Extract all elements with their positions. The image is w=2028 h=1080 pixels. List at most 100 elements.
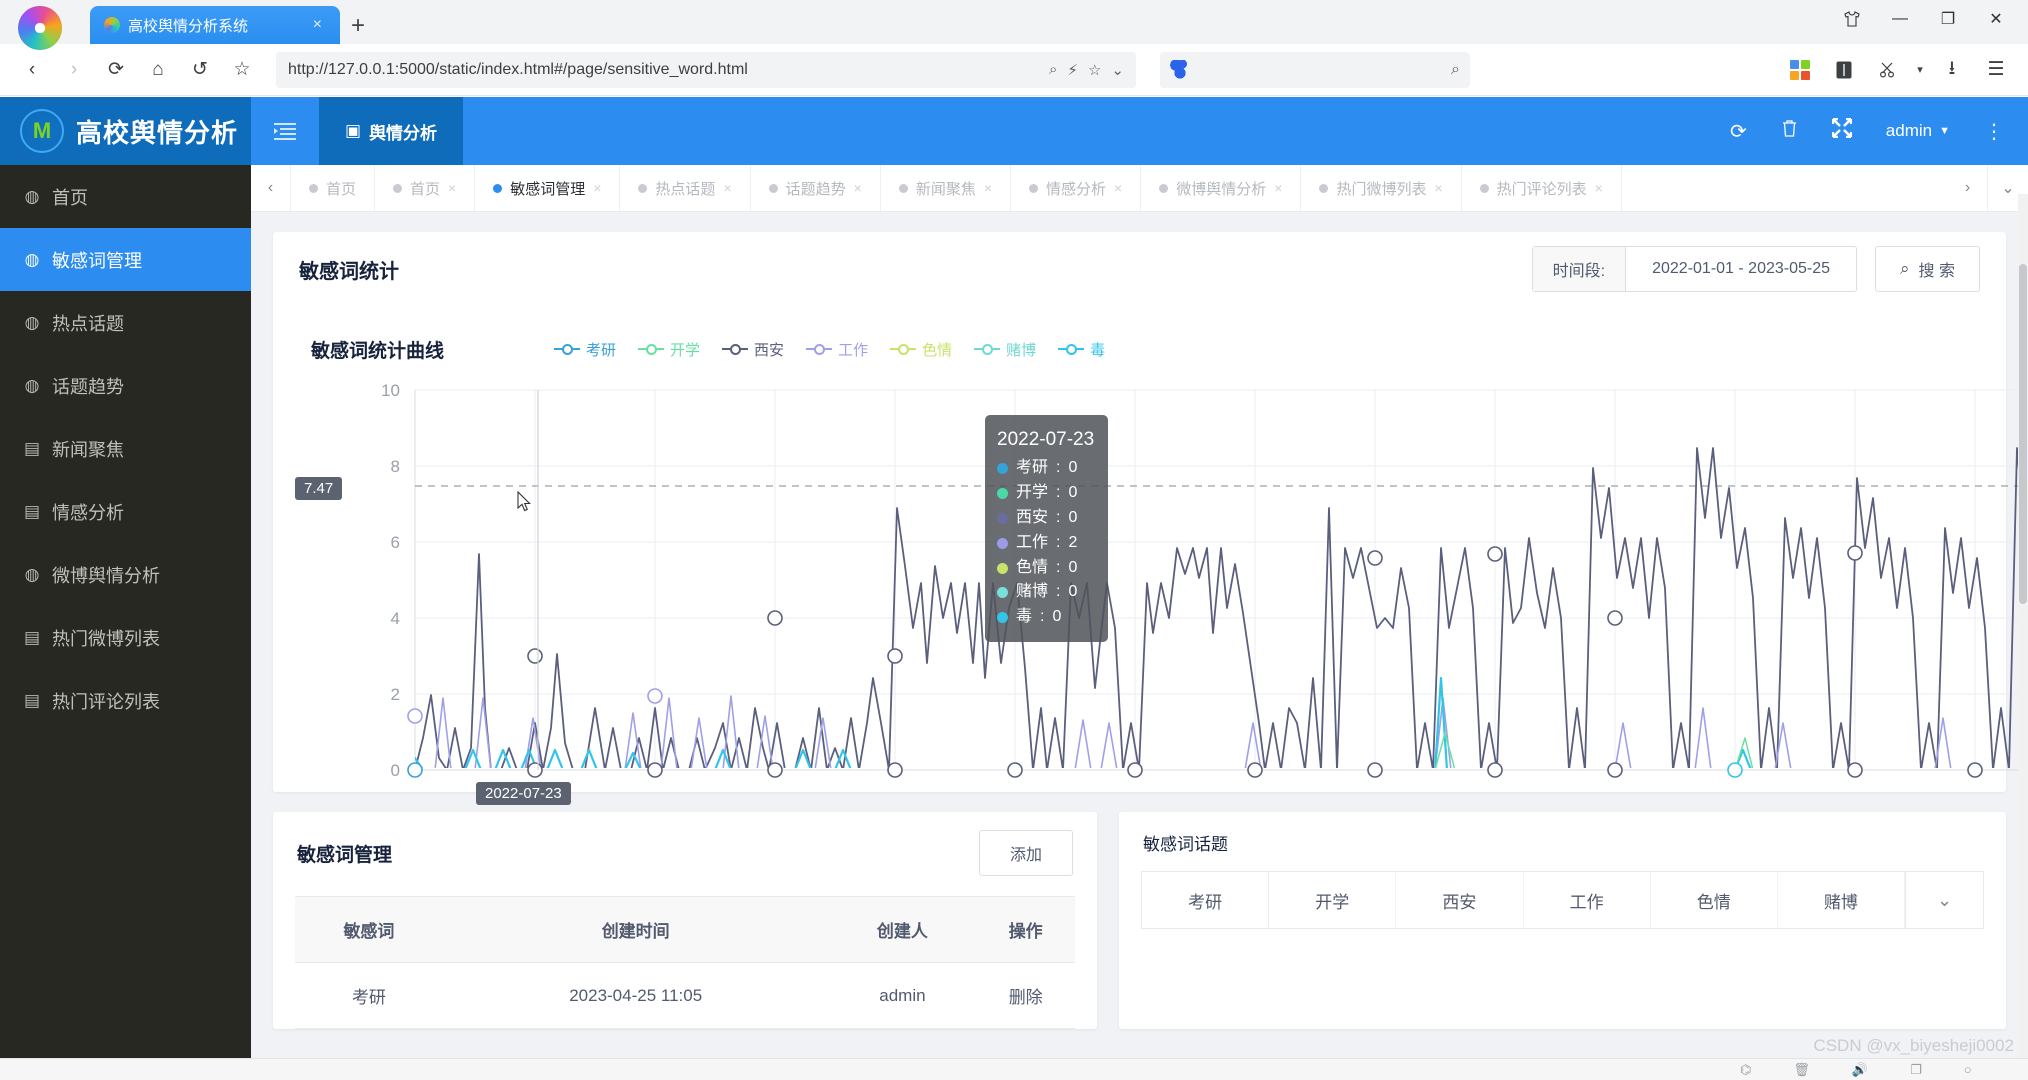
word-management-title: 敏感词管理 [297,844,393,866]
network-icon[interactable]: ⌬ [1740,1062,1751,1078]
shirt-icon[interactable] [1830,2,1874,36]
sidebar-item-hot-topics[interactable]: ◍ 热点话题 [0,291,251,354]
star-icon[interactable]: ☆ [1088,61,1101,79]
volume-icon[interactable]: 🔊 [1852,1062,1868,1078]
tab-close-icon[interactable]: × [984,180,992,196]
tab-hot-weibo-list[interactable]: 热门微博列表 × [1301,165,1462,211]
topic-tab-kaoyan[interactable]: 考研 [1142,872,1270,928]
topic-tab-dubo[interactable]: 赌博 [1778,872,1906,928]
sidebar-item-sentiment-analysis[interactable]: ▤ 情感分析 [0,480,251,543]
chart-plot-area[interactable]: 10 8 6 4 2 0 7.47 2022-07-23 2022-07-23 … [295,378,2028,805]
sidebar-item-home[interactable]: ◍ 首页 [0,165,251,228]
sidebar-item-sensitive-words[interactable]: ◍ 敏感词管理 [0,228,251,291]
scissors-caret-icon[interactable]: ▾ [1912,50,1928,90]
topbar-tab-opinion-analysis[interactable]: ▣ 舆情分析 [319,97,464,165]
svg-text:0: 0 [391,761,400,778]
tab-close-icon[interactable]: × [1274,180,1282,196]
tab-sentiment-analysis[interactable]: 情感分析 × [1011,165,1142,211]
legend-item-dubo[interactable]: 赌博 [974,339,1036,360]
minimize-icon[interactable]: — [1878,2,1922,36]
date-range-label: 时间段: [1532,247,1627,291]
legend-item-gongzuo[interactable]: 工作 [806,339,868,360]
browser-search-box[interactable]: ⌕ [1160,51,1470,88]
close-icon[interactable]: × [309,16,326,34]
user-menu[interactable]: admin ▼ [1886,121,1950,141]
date-range-value[interactable]: 2022-01-01 - 2023-05-25 [1626,247,1856,291]
apps-grid-icon[interactable] [1780,50,1820,90]
tab-close-icon[interactable]: × [448,180,456,196]
more-options-icon[interactable]: ⋮ [1984,119,2004,144]
trash-icon[interactable] [1781,119,1798,144]
tab-home[interactable]: 首页 × [375,165,476,211]
sidebar-item-topic-trends[interactable]: ◍ 话题趋势 [0,354,251,417]
scissors-icon[interactable] [1868,50,1908,90]
tooltip-separator: : [1056,484,1061,502]
legend-label: 工作 [838,341,869,359]
maximize-icon[interactable]: ❐ [1926,2,1970,36]
page-scrollbar[interactable] [2018,194,2028,1080]
tab-close-icon[interactable]: × [1114,180,1122,196]
legend-item-xian[interactable]: 西安 [722,339,784,360]
back-icon[interactable]: ‹ [12,50,52,90]
legend-item-kaoyan[interactable]: 考研 [554,339,616,360]
search-icon[interactable]: ⌕ [1451,61,1460,79]
sidebar-item-hot-comment-list[interactable]: ▤ 热门评论列表 [0,669,251,732]
topic-tab-xian[interactable]: 西安 [1396,872,1524,928]
tab-home-pinned[interactable]: 首页 [291,165,376,211]
tab-close-icon[interactable]: × [1434,180,1442,196]
tabstrip-right-arrow[interactable]: › [1948,165,1988,211]
forward-icon[interactable]: › [54,50,94,90]
tab-sensitive-words[interactable]: 敏感词管理 × [475,165,621,211]
tooltip-separator: : [1056,533,1061,551]
tab-news-focus[interactable]: 新闻聚焦 × [881,165,1012,211]
tab-hot-topics[interactable]: 热点话题 × [620,165,751,211]
fullscreen-icon[interactable] [1831,117,1852,144]
tab-close-icon[interactable]: × [593,180,601,196]
delete-link[interactable]: 删除 [976,962,1075,1029]
tab-hot-comment-list[interactable]: 热门评论列表 × [1462,165,1622,211]
add-button[interactable]: 添加 [978,830,1073,876]
sidebar-item-news-focus[interactable]: ▤ 新闻聚焦 [0,417,251,480]
trash-icon[interactable]: 🗑 [1793,1062,1810,1078]
tab-close-icon[interactable]: × [854,180,862,196]
sidebar-toggle-icon[interactable] [251,97,319,165]
zoom-out-icon[interactable]: ⌕ [1049,61,1057,78]
sidebar-item-hot-weibo-list[interactable]: ▤ 热门微博列表 [0,606,251,669]
topic-tab-seqing[interactable]: 色情 [1651,872,1778,928]
topic-more-chevron-icon[interactable]: ⌄ [1905,872,1983,928]
home-icon[interactable]: ⌂ [138,50,178,90]
date-range-picker[interactable]: 时间段: 2022-01-01 - 2023-05-25 [1531,246,1858,292]
tab-close-icon[interactable]: × [723,180,731,196]
bookmark-icon[interactable]: ☆ [222,50,262,90]
window-icon[interactable]: ❐ [1910,1062,1922,1078]
reader-mode-icon[interactable] [1824,50,1864,90]
topic-tab-gongzuo[interactable]: 工作 [1524,872,1651,928]
tabstrip-left-arrow[interactable]: ‹ [251,165,291,211]
history-icon[interactable]: ↺ [180,50,220,90]
legend-item-seqing[interactable]: 色情 [890,339,952,360]
window-close-icon[interactable]: ✕ [1974,2,2018,36]
tab-label: 敏感词管理 [510,180,586,198]
search-button[interactable]: ⌕ 搜 索 [1875,246,1980,292]
browser-tab[interactable]: 高校舆情分析系统 × [90,6,340,44]
chevron-down-icon[interactable]: ⌄ [1111,61,1124,79]
lightning-icon[interactable]: ⚡ [1067,61,1078,79]
new-tab-button[interactable]: + [340,8,376,44]
download-icon[interactable]: ⭳ [1932,50,1972,90]
tab-weibo-opinion[interactable]: 微博舆情分析 × [1141,165,1302,211]
search-input[interactable] [1190,61,1452,78]
chart-header: 敏感词统计曲线 考研 开学 西安 工作 色情 赌博 毒 [295,326,1984,372]
browser-menu-icon[interactable]: ☰ [1976,50,2016,90]
tab-close-icon[interactable]: × [1595,180,1603,196]
refresh-icon[interactable]: ⟳ [1730,119,1747,144]
tab-topic-trends[interactable]: 话题趋势 × [751,165,881,211]
sidebar-item-weibo-opinion[interactable]: ◍ 微博舆情分析 [0,543,251,606]
reload-icon[interactable]: ⟳ [96,50,136,90]
mouse-cursor-icon [517,491,531,512]
legend-item-du[interactable]: 毒 [1058,339,1105,360]
scrollbar-thumb[interactable] [2019,264,2027,604]
search-icon[interactable]: ○ [1964,1062,1972,1077]
legend-item-kaixue[interactable]: 开学 [638,339,700,360]
address-bar[interactable]: http://127.0.0.1:5000/static/index.html#… [276,51,1136,88]
topic-tab-kaixue[interactable]: 开学 [1269,872,1397,928]
